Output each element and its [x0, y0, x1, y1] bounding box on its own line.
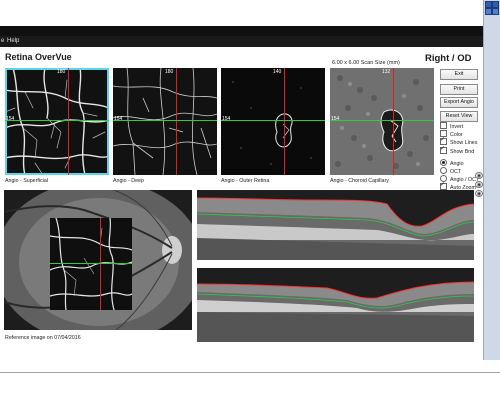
vertical-marker-line	[176, 68, 177, 175]
angio-outer-retina-thumbnail[interactable]: 140 154	[221, 68, 325, 175]
angio-choroid-capillary-thumbnail[interactable]: 132 154	[330, 68, 434, 175]
horizontal-marker-line	[50, 263, 132, 264]
show-bnd-checkbox[interactable]: Show Bnd	[440, 145, 475, 155]
minimize-icon[interactable]	[485, 1, 492, 8]
window-title-bar	[0, 26, 500, 36]
thumbnail-label: Angio - Superficial	[5, 178, 48, 184]
invert-label: Invert	[450, 123, 464, 130]
radio-mark	[440, 159, 447, 166]
radio-mark	[440, 167, 447, 174]
maximize-icon[interactable]	[492, 1, 499, 8]
angio-radio-label: Angio	[450, 160, 464, 167]
superficial-vessel-map	[5, 68, 109, 175]
top-marker: 180	[165, 69, 174, 75]
oct-radio[interactable]: OCT	[440, 167, 462, 175]
menu-item-help[interactable]: Help	[7, 36, 19, 47]
top-marker: 180	[57, 69, 66, 75]
horizontal-marker-line	[113, 120, 217, 121]
window-controls-rail	[483, 0, 500, 360]
side-marker: 154	[222, 116, 231, 122]
vertical-marker-line	[68, 68, 69, 175]
show-bnd-label: Show Bnd	[450, 148, 475, 155]
checkbox-mark	[440, 122, 447, 129]
thumbnail-label: Angio - Deep	[113, 178, 144, 184]
reset-view-button[interactable]: Reset View	[440, 111, 478, 122]
oct-bscan-image	[197, 268, 474, 342]
thumbnail-label: Angio - Outer Retina	[221, 178, 270, 184]
oct-bscan-vertical[interactable]	[197, 268, 474, 342]
deep-vessel-map	[113, 68, 217, 175]
vertical-marker-line	[393, 68, 394, 175]
side-marker: 154	[114, 116, 123, 122]
export-angio-button[interactable]: Export Angio	[440, 97, 478, 108]
angio-overlay	[49, 217, 133, 311]
close-icon[interactable]	[492, 8, 499, 15]
zoom-handle-icon[interactable]: ◉	[475, 172, 483, 179]
app-title: Retina OverVue	[5, 52, 72, 62]
angio-superficial-thumbnail[interactable]: 180 154	[5, 68, 109, 175]
print-button[interactable]: Print	[440, 84, 478, 95]
restore-icon[interactable]	[485, 8, 492, 15]
top-marker: 132	[382, 69, 391, 75]
horizontal-marker-line	[5, 120, 109, 121]
menu-bar: e Help	[0, 36, 500, 47]
show-lines-checkbox[interactable]: Show Lines	[440, 136, 478, 146]
invert-checkbox[interactable]: Invert	[440, 122, 464, 130]
angio-deep-thumbnail[interactable]: 180 154	[113, 68, 217, 175]
zoom-handle-icon[interactable]: ◉	[475, 181, 483, 188]
thumbnail-label: Angio - Choroid Capillary	[330, 178, 389, 184]
outer-retina-map	[221, 68, 325, 175]
horizontal-marker-line	[330, 120, 434, 121]
overlay-vessel-map	[49, 217, 133, 311]
checkbox-mark	[440, 145, 447, 154]
top-marker: 140	[273, 69, 282, 75]
oct-bscan-horizontal[interactable]	[197, 190, 474, 260]
angio-radio[interactable]: Angio	[440, 159, 464, 167]
menu-item-edit[interactable]: e	[1, 36, 4, 47]
reference-fundus-image[interactable]	[4, 190, 192, 330]
horizontal-marker-line	[221, 120, 325, 121]
side-marker: 154	[331, 116, 340, 122]
checkbox-mark	[440, 181, 447, 190]
reference-image-label: Reference image on 07/04/2016	[5, 335, 81, 341]
eye-label: Right / OD	[425, 53, 472, 64]
checkbox-mark	[440, 136, 447, 145]
exit-button[interactable]: Exit	[440, 69, 478, 80]
scan-size-label: 6.00 x 6.00 Scan Size (mm)	[332, 60, 400, 66]
angio-oct-radio[interactable]: Angio / OCT	[440, 175, 479, 183]
zoom-handle-icon[interactable]: ◉	[475, 190, 483, 197]
vertical-marker-line	[284, 68, 285, 175]
oct-bscan-image	[197, 190, 474, 260]
window-bottom-border	[0, 372, 500, 373]
color-label: Color	[450, 131, 463, 138]
desktop-strip	[0, 0, 500, 26]
vertical-marker-line	[100, 218, 101, 310]
choroid-capillary-map	[330, 68, 434, 175]
oct-radio-label: OCT	[450, 168, 462, 175]
show-lines-label: Show Lines	[450, 139, 478, 146]
side-marker: 154	[6, 116, 15, 122]
